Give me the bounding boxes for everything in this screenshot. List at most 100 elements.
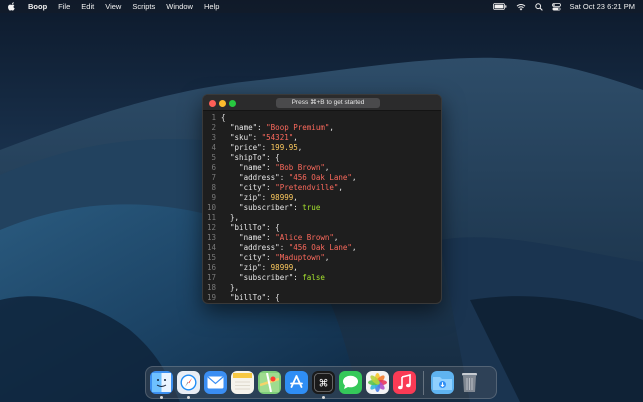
code-line[interactable]: 1{ <box>203 113 441 123</box>
code-line[interactable]: 9 "zip": 98999, <box>203 193 441 203</box>
notes-icon[interactable] <box>231 371 254 394</box>
code-line[interactable]: 3 "sku": "54321", <box>203 133 441 143</box>
downloads-folder-icon[interactable] <box>431 371 454 394</box>
code-token: "Pretendville" <box>275 183 339 192</box>
code-token: "address" <box>221 173 280 182</box>
line-number: 1 <box>211 113 216 122</box>
code-token: "zip" <box>221 263 262 272</box>
code-token: "price" <box>221 143 262 152</box>
code-line[interactable]: 17 "subscriber": false <box>203 273 441 283</box>
code-line[interactable]: 4 "price": 199.95, <box>203 143 441 153</box>
code-token: : <box>293 203 303 212</box>
code-editor[interactable]: 1{2 "name": "Boop Premium", 3 "sku": "543… <box>203 111 441 303</box>
menu-clock[interactable]: Sat Oct 23 6:21 PM <box>570 2 635 11</box>
zoom-window-button[interactable] <box>229 100 236 107</box>
window-titlebar[interactable]: Press ⌘+B to get started <box>203 95 441 111</box>
code-token: }, <box>221 213 240 222</box>
svg-text:⌘: ⌘ <box>319 379 329 390</box>
running-indicator <box>160 396 163 399</box>
code-token: "456 Oak Lane" <box>288 173 352 182</box>
code-line[interactable]: 5 "shipTo": { <box>203 153 441 163</box>
trash-icon[interactable] <box>458 371 481 394</box>
line-number: 16 <box>206 263 216 272</box>
code-token: { <box>221 113 226 122</box>
running-indicator <box>322 396 325 399</box>
music-icon[interactable] <box>393 371 416 394</box>
code-token: : <box>266 183 276 192</box>
code-token: , <box>293 133 298 142</box>
boop-icon[interactable]: ⌘ <box>312 371 335 399</box>
code-token: : <box>293 273 303 282</box>
code-token: , <box>293 263 298 272</box>
code-token: "Alice Brown" <box>275 233 334 242</box>
code-token: 199.95 <box>270 143 298 152</box>
code-token: "Boop Premium" <box>266 123 330 132</box>
apple-menu-icon[interactable] <box>8 2 17 12</box>
code-token: "Maduptown" <box>275 253 325 262</box>
code-token: "billTo" <box>221 293 267 302</box>
code-token: : <box>279 173 289 182</box>
wifi-icon[interactable] <box>516 3 526 11</box>
messages-icon[interactable] <box>339 371 362 394</box>
code-token: "name" <box>221 123 258 132</box>
line-number: 17 <box>206 273 216 282</box>
dock-separator <box>423 370 424 395</box>
mail-icon[interactable] <box>204 371 227 394</box>
maps-icon[interactable] <box>258 371 281 394</box>
code-token: , <box>351 243 357 252</box>
battery-icon[interactable] <box>492 3 507 10</box>
line-number: 3 <box>211 133 216 142</box>
photos-icon[interactable] <box>366 371 389 394</box>
code-line[interactable]: 18 }, <box>203 283 441 293</box>
code-line[interactable]: 14 "address": "456 Oak Lane", <box>203 243 441 253</box>
minimize-window-button[interactable] <box>219 100 226 107</box>
code-token: "456 Oak Lane" <box>288 243 352 252</box>
finder-icon[interactable] <box>150 371 173 399</box>
code-token: "name" <box>221 233 267 242</box>
menu-file[interactable]: File <box>58 2 70 11</box>
code-token: 98999 <box>270 263 294 272</box>
code-token: : { <box>266 223 280 232</box>
menu-view[interactable]: View <box>105 2 121 11</box>
code-token: : <box>261 143 271 152</box>
line-number: 11 <box>206 213 216 222</box>
line-number: 6 <box>211 163 216 172</box>
code-line[interactable]: 8 "city": "Pretendville", <box>203 183 441 193</box>
code-token: "address" <box>221 243 280 252</box>
code-token: : <box>266 233 276 242</box>
spotlight-search-icon[interactable] <box>534 2 543 11</box>
code-line[interactable]: 16 "zip": 98999, <box>203 263 441 273</box>
code-token: , <box>297 143 303 152</box>
code-line[interactable]: 19 "billTo": { <box>203 293 441 303</box>
code-line[interactable]: 12 "billTo": { <box>203 223 441 233</box>
command-palette-hint[interactable]: Press ⌘+B to get started <box>276 98 380 108</box>
line-number: 4 <box>211 143 216 152</box>
code-token: "billTo" <box>221 223 267 232</box>
safari-icon[interactable] <box>177 371 200 399</box>
code-token: , <box>351 173 357 182</box>
code-token: : <box>279 243 289 252</box>
menu-window[interactable]: Window <box>166 2 193 11</box>
code-line[interactable]: 6 "name": "Bob Brown", <box>203 163 441 173</box>
menu-help[interactable]: Help <box>204 2 219 11</box>
code-line[interactable]: 2 "name": "Boop Premium", <box>203 123 441 133</box>
code-token: "name" <box>221 163 267 172</box>
code-token: : { <box>266 293 280 302</box>
code-line[interactable]: 15 "city": "Maduptown", <box>203 253 441 263</box>
close-window-button[interactable] <box>209 100 216 107</box>
app-store-icon[interactable] <box>285 371 308 394</box>
app-menu-boop[interactable]: Boop <box>28 2 47 11</box>
menu-scripts[interactable]: Scripts <box>132 2 155 11</box>
code-token: , <box>329 123 334 132</box>
control-center-icon[interactable] <box>551 2 561 11</box>
code-line[interactable]: 11 }, <box>203 213 441 223</box>
menu-edit[interactable]: Edit <box>81 2 94 11</box>
code-line[interactable]: 10 "subscriber": true <box>203 203 441 213</box>
code-line[interactable]: 13 "name": "Alice Brown", <box>203 233 441 243</box>
code-token: "city" <box>221 253 267 262</box>
boop-window: Press ⌘+B to get started 1{2 "name": "Bo… <box>202 94 442 304</box>
code-token: "Bob Brown" <box>275 163 325 172</box>
code-token: "subscriber" <box>221 203 294 212</box>
code-line[interactable]: 7 "address": "456 Oak Lane", <box>203 173 441 183</box>
code-token: "sku" <box>221 133 253 142</box>
